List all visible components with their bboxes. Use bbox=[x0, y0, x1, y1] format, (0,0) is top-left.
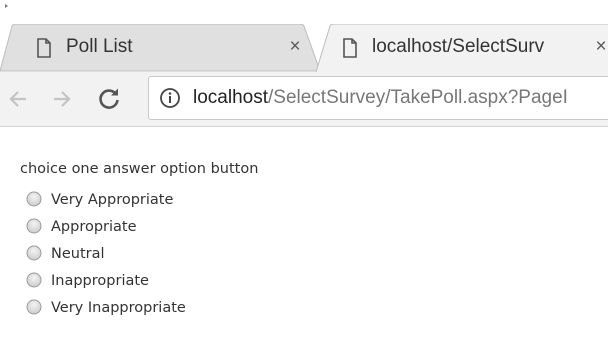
poll-form: choice one answer option button Very App… bbox=[20, 158, 258, 324]
answer-option[interactable]: Inappropriate bbox=[20, 270, 258, 297]
answer-option[interactable]: Very Appropriate bbox=[20, 189, 258, 216]
info-icon[interactable] bbox=[159, 87, 181, 109]
document-icon bbox=[342, 38, 358, 58]
answer-option[interactable]: Very Inappropriate bbox=[20, 297, 258, 324]
tab-select-survey[interactable]: localhost/SelectSurv × bbox=[316, 24, 608, 72]
forward-arrow-icon[interactable] bbox=[48, 86, 74, 112]
tab-poll-list[interactable]: Poll List × bbox=[0, 24, 322, 72]
url-text: localhost/SelectSurvey/TakePoll.aspx?Pag… bbox=[193, 87, 568, 109]
tab-close-icon[interactable]: × bbox=[592, 35, 608, 59]
radio-button[interactable] bbox=[26, 272, 42, 288]
browser-tab-strip: Poll List × localhost/SelectSurv × bbox=[0, 0, 608, 72]
radio-button[interactable] bbox=[26, 299, 42, 315]
radio-button[interactable] bbox=[26, 245, 42, 261]
answer-option[interactable]: Neutral bbox=[20, 243, 258, 270]
reload-icon[interactable] bbox=[96, 86, 122, 112]
tab-close-icon[interactable]: × bbox=[286, 35, 304, 59]
tab-title: Poll List bbox=[66, 36, 133, 57]
window-menu-marker bbox=[5, 4, 8, 8]
tab-title: localhost/SelectSurv bbox=[372, 36, 545, 57]
back-arrow-icon[interactable] bbox=[6, 86, 32, 112]
poll-question: choice one answer option button bbox=[20, 161, 259, 177]
browser-toolbar: localhost/SelectSurvey/TakePoll.aspx?Pag… bbox=[0, 72, 608, 127]
option-label: Neutral bbox=[51, 246, 105, 262]
url-host: localhost bbox=[193, 87, 268, 108]
option-label: Very Appropriate bbox=[51, 192, 174, 208]
option-label: Appropriate bbox=[51, 219, 137, 235]
answer-option[interactable]: Appropriate bbox=[20, 216, 258, 243]
url-path: /SelectSurvey/TakePoll.aspx?PageI bbox=[268, 87, 568, 108]
radio-button[interactable] bbox=[26, 191, 42, 207]
option-label: Very Inappropriate bbox=[51, 300, 186, 316]
radio-button[interactable] bbox=[26, 218, 42, 234]
address-bar[interactable]: localhost/SelectSurvey/TakePoll.aspx?Pag… bbox=[148, 76, 608, 120]
option-label: Inappropriate bbox=[51, 273, 149, 289]
document-icon bbox=[36, 38, 52, 58]
